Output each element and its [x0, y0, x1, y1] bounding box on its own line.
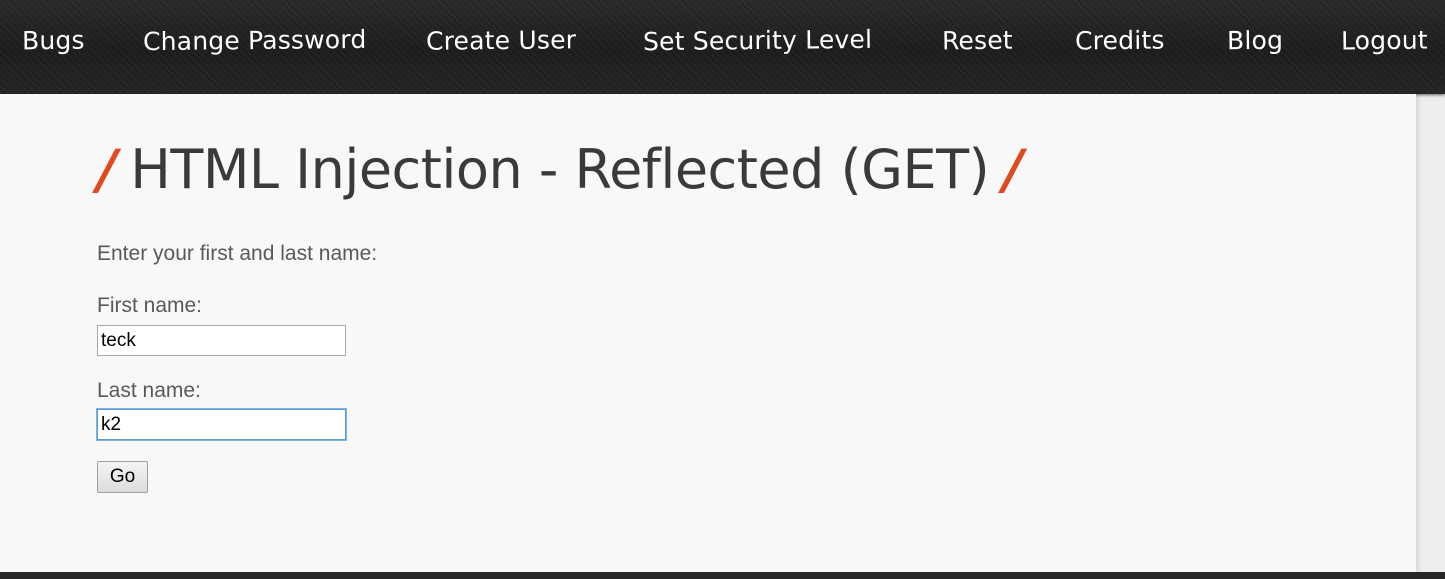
nav-item-bugs[interactable]: Bugs — [22, 26, 85, 56]
form-instructions: Enter your first and last name: — [97, 242, 378, 265]
nav-item-reset[interactable]: Reset — [942, 26, 1013, 56]
page-title-text: HTML Injection - Reflected (GET) — [130, 138, 990, 201]
page-title: / HTML Injection - Reflected (GET) / — [90, 138, 1029, 201]
first-name-label: First name: — [97, 294, 203, 317]
nav-item-create-user[interactable]: Create User — [426, 25, 576, 56]
nav-item-set-security-level[interactable]: Set Security Level — [643, 25, 872, 56]
nav-item-logout[interactable]: Logout — [1341, 26, 1428, 56]
nav-item-change-password[interactable]: Change Password — [143, 25, 367, 56]
nav-item-blog[interactable]: Blog — [1227, 26, 1283, 56]
first-name-input[interactable] — [97, 325, 346, 356]
last-name-label: Last name: — [97, 379, 201, 402]
go-button[interactable]: Go — [97, 461, 148, 493]
top-navigation-bar: Bugs Change Password Create User Set Sec… — [0, 0, 1445, 94]
nav-item-credits[interactable]: Credits — [1075, 26, 1165, 56]
last-name-input[interactable] — [97, 409, 346, 440]
footer-bar — [0, 572, 1445, 579]
